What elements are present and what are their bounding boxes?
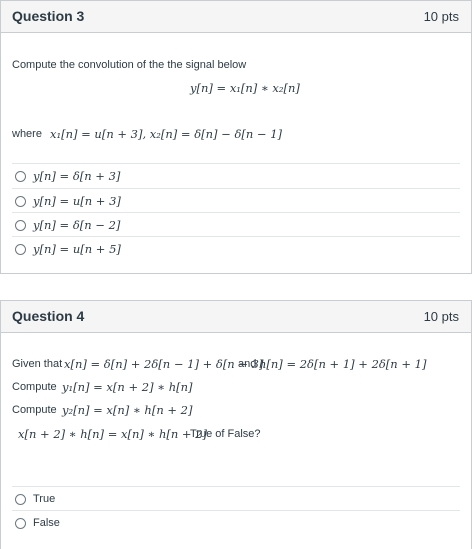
- question-4-compute-label-1: Compute: [12, 381, 57, 393]
- answer-divider: [12, 486, 460, 487]
- radio-button[interactable]: [15, 195, 26, 207]
- question-4-compute-label-2: Compute: [12, 404, 57, 416]
- q3-answer-3[interactable]: y[n] = δ[n − 2]: [12, 214, 120, 236]
- answer-divider: [12, 236, 460, 237]
- q3-answer-2[interactable]: y[n] = u[n + 3]: [12, 190, 121, 212]
- q3-answer-1[interactable]: y[n] = δ[n + 3]: [12, 165, 120, 187]
- question-4-given-h: h[n] = 2δ[n + 1] + 2δ[n + 1]: [259, 357, 427, 371]
- q4-answer-true[interactable]: True: [12, 488, 55, 510]
- q4-answer-false-label: False: [33, 517, 60, 529]
- question-4-tf-label: True of False?: [190, 428, 261, 440]
- question-4-y2: y₂[n] = x[n] ∗ h[n + 2]: [62, 403, 193, 417]
- question-3-header: Question 3 10 pts: [1, 1, 471, 33]
- question-4-header: Question 4 10 pts: [1, 301, 471, 333]
- answer-divider: [12, 212, 460, 213]
- question-3-points: 10 pts: [423, 9, 459, 24]
- question-4-card: Question 4 10 pts Given that x[n] = δ[n]…: [0, 300, 472, 549]
- question-4-and-label: and: [238, 358, 257, 370]
- radio-button[interactable]: [15, 493, 26, 505]
- question-3-prompt: Compute the convolution of the the signa…: [12, 59, 247, 71]
- question-4-given-label: Given that: [12, 358, 63, 370]
- q4-answer-true-label: True: [33, 493, 56, 505]
- answer-divider: [12, 510, 460, 511]
- radio-button[interactable]: [15, 170, 26, 182]
- question-4-y1: y₁[n] = x[n + 2] ∗ h[n]: [62, 380, 193, 394]
- radio-button[interactable]: [15, 219, 26, 231]
- answer-divider: [12, 188, 460, 189]
- question-3-where-math: x₁[n] = u[n + 3], x₂[n] = δ[n] − δ[n − 1…: [50, 127, 283, 141]
- question-3-card: Question 3 10 pts Compute the convolutio…: [0, 0, 472, 274]
- q3-answer-2-label: y[n] = u[n + 3]: [33, 194, 121, 208]
- question-4-statement: x[n + 2] ∗ h[n] = x[n] ∗ h[n + 2]: [18, 427, 208, 441]
- q4-answer-false[interactable]: False: [12, 512, 60, 534]
- q3-answer-1-label: y[n] = δ[n + 3]: [33, 169, 121, 183]
- question-3-title: Question 3: [12, 8, 85, 24]
- q3-answer-3-label: y[n] = δ[n − 2]: [33, 218, 121, 232]
- question-4-given-x: x[n] = δ[n] + 2δ[n − 1] + δ[n − 3]: [64, 357, 264, 371]
- question-4-points: 10 pts: [423, 309, 459, 324]
- q3-answer-4[interactable]: y[n] = u[n + 5]: [12, 238, 121, 260]
- question-4-title: Question 4: [12, 308, 85, 324]
- radio-button[interactable]: [15, 243, 26, 255]
- radio-button[interactable]: [15, 517, 26, 529]
- q3-answer-4-label: y[n] = u[n + 5]: [33, 242, 121, 256]
- answer-divider: [12, 163, 460, 164]
- question-3-equation: y[n] = x₁[n] ∗ x₂[n]: [190, 81, 300, 95]
- question-3-where-label: where: [12, 128, 42, 140]
